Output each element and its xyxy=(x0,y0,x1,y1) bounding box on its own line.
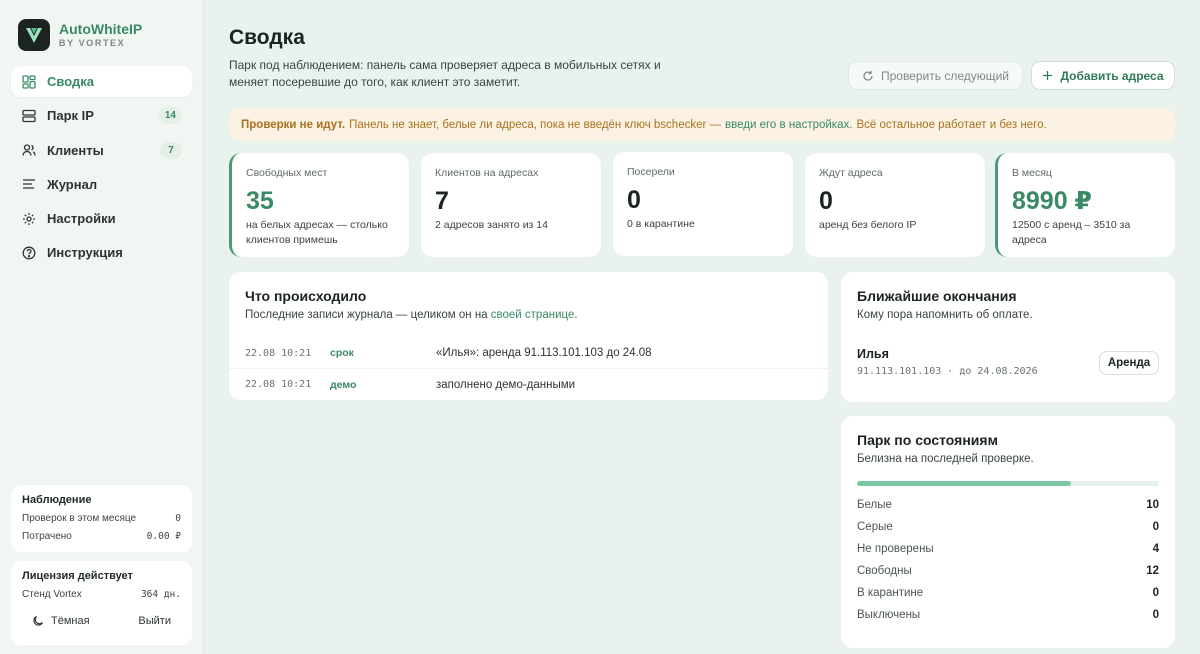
sidebar-nav: Сводка Парк IP 14 Клиенты 7 Журнал Настр… xyxy=(11,66,192,272)
table-row: 22.08 10:21 срок «Илья»: аренда 91.113.1… xyxy=(229,338,829,369)
brand[interactable]: AutoWhiteIP BY VORTEX xyxy=(18,19,142,51)
brand-subtitle: BY VORTEX xyxy=(59,38,126,48)
brand-name: AutoWhiteIP xyxy=(59,21,143,37)
list-icon xyxy=(22,177,36,191)
sidebar: AutoWhiteIP BY VORTEX Сводка Парк IP 14 … xyxy=(0,0,204,654)
checks-row: Проверок в этом месяце 0 xyxy=(22,513,181,524)
plus-icon xyxy=(1042,70,1053,81)
refresh-icon xyxy=(862,70,874,82)
sidebar-item-label: Клиенты xyxy=(47,142,104,158)
users-icon xyxy=(22,143,36,157)
monitoring-card: Наблюдение Проверок в этом месяце 0 Потр… xyxy=(11,485,192,552)
spent-row: Потрачено 0.00 ₽ xyxy=(22,531,181,542)
list-item: Выключены 0 xyxy=(857,609,1159,621)
stat-card-waiting: Ждут адреса 0 аренд без белого IP xyxy=(805,153,985,257)
stat-card-grayed: Посерели 0 0 в карантине xyxy=(613,152,793,256)
theme-toggle-button[interactable]: Тёмная xyxy=(22,615,90,627)
rent-button[interactable]: Аренда xyxy=(1099,351,1159,375)
sidebar-item-summary[interactable]: Сводка xyxy=(11,66,192,97)
help-icon xyxy=(22,246,36,260)
list-item: Белые 10 xyxy=(857,499,1159,511)
add-addresses-button[interactable]: Добавить адреса xyxy=(1031,61,1175,90)
sidebar-item-settings[interactable]: Настройки xyxy=(11,203,192,234)
journal-page-link[interactable]: своей странице xyxy=(491,309,575,321)
page-description: Парк под наблюдением: панель сама провер… xyxy=(229,58,661,89)
list-item: Не проверены 4 xyxy=(857,543,1159,555)
settings-link[interactable]: введи его в настройках. xyxy=(725,119,852,131)
park-title: Парк по состояниям xyxy=(857,432,998,448)
stat-card-monthly: В месяц 8990 ₽ 12500 с аренд – 3510 за а… xyxy=(995,153,1175,257)
license-title: Лицензия действует xyxy=(22,570,133,582)
page-title: Сводка xyxy=(229,26,305,49)
license-card: Лицензия действует Стенд Vortex 364 дн. … xyxy=(11,561,192,645)
sidebar-item-journal[interactable]: Журнал xyxy=(11,169,192,200)
table-row: 22.08 10:21 демо заполнено демо-данными xyxy=(245,378,576,391)
endings-card: Ближайшие окончания Кому пора напомнить … xyxy=(841,272,1175,402)
endings-title: Ближайшие окончания xyxy=(857,288,1017,304)
client-detail: 91.113.101.103 · до 24.08.2026 xyxy=(857,366,1038,377)
events-card: Что происходило Последние записи журнала… xyxy=(229,272,829,400)
list-item: Свободны 12 xyxy=(857,565,1159,577)
list-item: В карантине 0 xyxy=(857,587,1159,599)
endings-subtitle: Кому пора напомнить об оплате. xyxy=(857,309,1033,321)
server-icon xyxy=(22,109,36,123)
warning-banner: Проверки не идут. Панель не знает, белые… xyxy=(229,108,1175,141)
whiteness-progress-fill xyxy=(857,481,1072,486)
sidebar-item-label: Настройки xyxy=(47,211,116,227)
warning-title: Проверки не идут. xyxy=(241,118,346,131)
park-card: Парк по состояниям Белизна на последней … xyxy=(841,416,1175,648)
dashboard-icon xyxy=(22,74,36,89)
sidebar-item-label: Инструкция xyxy=(47,245,123,261)
sidebar-item-label: Парк IP xyxy=(47,108,94,124)
whiteness-progress-bar xyxy=(857,481,1159,486)
sidebar-item-help[interactable]: Инструкция xyxy=(11,237,192,268)
gear-icon xyxy=(22,212,36,226)
monitoring-title: Наблюдение xyxy=(22,494,92,506)
client-name: Илья xyxy=(857,347,889,361)
moon-icon xyxy=(32,615,44,627)
sidebar-item-ip-park[interactable]: Парк IP 14 xyxy=(11,100,192,131)
events-subtitle: Последние записи журнала — целиком он на… xyxy=(245,309,578,321)
sidebar-item-clients[interactable]: Клиенты 7 xyxy=(11,135,192,166)
events-title: Что происходило xyxy=(245,288,367,304)
stat-card-clients: Клиентов на адресах 7 2 адресов занято и… xyxy=(421,153,601,257)
count-badge: 7 xyxy=(160,141,182,159)
stand-row: Стенд Vortex 364 дн. xyxy=(22,589,181,600)
count-badge: 14 xyxy=(158,107,182,125)
list-item: Серые 0 xyxy=(857,521,1159,533)
park-subtitle: Белизна на последней проверке. xyxy=(857,453,1034,465)
stat-card-free-slots: Свободных мест 35 на белых адресах — сто… xyxy=(229,153,409,257)
check-next-button[interactable]: Проверить следующий xyxy=(848,61,1023,90)
logout-button[interactable]: Выйти xyxy=(138,615,181,627)
sidebar-item-label: Сводка xyxy=(47,74,94,89)
sidebar-item-label: Журнал xyxy=(47,176,98,192)
app-logo-icon xyxy=(18,19,50,51)
